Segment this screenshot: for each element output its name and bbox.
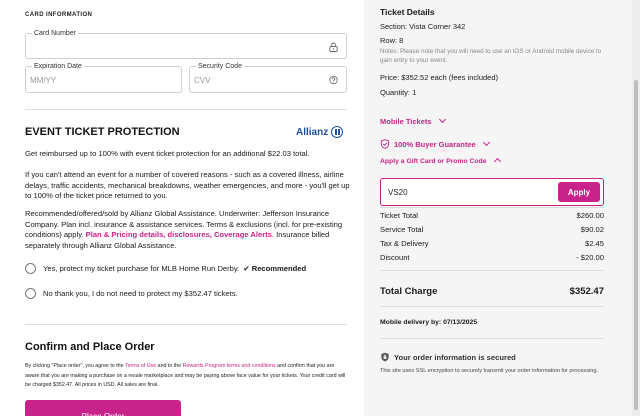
card-number-field[interactable]: Card Number	[25, 30, 347, 59]
chevron-down-icon	[482, 138, 490, 147]
promo-code-value: VS20	[388, 188, 408, 197]
protection-body: If you can't attend an event for a numbe…	[25, 170, 350, 200]
fine-text: and to the	[156, 363, 183, 369]
recommended-badge: ✔ Recommended	[243, 264, 307, 273]
chevron-up-icon	[493, 157, 501, 166]
divider	[380, 207, 604, 208]
summary-row: Tax & Delivery $2.45	[380, 239, 604, 248]
price-value: Price: $352.52 each	[380, 73, 447, 82]
confirm-title: Confirm and Place Order	[25, 341, 155, 353]
ticket-price: Price: $352.52 each (fees included)	[380, 73, 498, 82]
summary-value: $260.00	[576, 211, 604, 220]
summary-label: Tax & Delivery	[380, 239, 429, 248]
plan-details-link[interactable]: Plan & Pricing details, disclosures, Cov…	[86, 230, 272, 239]
card-info-label: CARD INFORMATION	[25, 12, 93, 18]
shield-check-icon	[380, 139, 390, 149]
ticket-row: Row: 8	[380, 36, 404, 45]
secure-text: This site uses SSL encryption to securel…	[380, 368, 599, 374]
place-order-button[interactable]: Place Order	[25, 400, 181, 416]
price-note: (fees included)	[446, 73, 498, 82]
allianz-logo-icon	[331, 126, 344, 138]
protect-yes-label: Yes, protect my ticket purchase for MLB …	[43, 264, 240, 273]
ticket-notes: Notes: Please note that you will need to…	[380, 48, 602, 64]
terms-of-use-link[interactable]: Terms of Use	[125, 363, 156, 369]
divider	[25, 109, 347, 110]
protect-yes-option[interactable]: Yes, protect my ticket purchase for MLB …	[25, 263, 306, 274]
protection-title: EVENT TICKET PROTECTION	[25, 126, 180, 138]
promo-code-input[interactable]: VS20 Apply	[380, 178, 604, 206]
summary-value: $2.45	[584, 239, 604, 248]
expiration-label: Expiration Date	[32, 63, 84, 70]
rewards-terms-link[interactable]: Rewards Program terms and conditions	[183, 363, 276, 369]
allianz-brand: Allianz	[296, 126, 344, 138]
promo-code-toggle[interactable]: Apply a Gift Card or Promo Code	[380, 157, 501, 166]
mobile-tickets-label: Mobile Tickets	[380, 117, 432, 126]
summary-label: Discount	[380, 253, 410, 262]
summary-value: $90.02	[580, 225, 604, 234]
secure-title: Your order information is secured	[394, 353, 516, 362]
lock-icon	[329, 42, 338, 52]
allianz-name: Allianz	[296, 126, 329, 138]
protect-no-label: No thank you, I do not need to protect m…	[43, 289, 238, 298]
protection-lead: Get reimbursed up to 100% with event tic…	[25, 149, 310, 158]
summary-row: Ticket Total $260.00	[380, 211, 604, 220]
divider	[380, 270, 604, 271]
apply-promo-button[interactable]: Apply	[558, 182, 600, 202]
guarantee-label: 100% Buyer Guarantee	[394, 140, 476, 149]
help-circle-icon[interactable]	[329, 75, 338, 85]
summary-row: Service Total $90.02	[380, 225, 604, 234]
secure-heading: Your order information is secured	[380, 352, 516, 362]
ticket-section: Section: Vista Corner 342	[380, 22, 466, 31]
radio-no[interactable]	[25, 288, 36, 299]
lock-shield-icon	[381, 352, 389, 362]
scrollbar-thumb[interactable]	[634, 80, 638, 410]
summary-row: Discount - $20.00	[380, 253, 604, 262]
mobile-tickets-toggle[interactable]: Mobile Tickets	[380, 115, 446, 126]
checkout-form: CARD INFORMATION Card Number Expiration …	[0, 0, 364, 416]
chevron-down-icon	[438, 115, 446, 124]
divider	[25, 324, 347, 325]
security-code-label: Security Code	[196, 63, 244, 70]
summary-label: Ticket Total	[380, 211, 418, 220]
expiration-placeholder: MM/YY	[30, 76, 57, 85]
security-code-placeholder: CVV	[194, 76, 211, 85]
scrollbar[interactable]	[632, 0, 640, 416]
delivery-date: Mobile delivery by: 07/13/2025	[380, 319, 478, 326]
confirm-fine-print: By clicking "Place order", you agree to …	[25, 362, 347, 391]
summary-value: - $20.00	[576, 253, 604, 262]
summary-label: Service Total	[380, 225, 424, 234]
card-number-label: Card Number	[32, 30, 79, 37]
expiration-field[interactable]: Expiration Date MM/YY	[25, 63, 182, 93]
ticket-quantity: Quantity: 1	[380, 88, 417, 97]
total-label: Total Charge	[380, 286, 438, 297]
divider	[380, 338, 604, 339]
buyer-guarantee-toggle[interactable]: 100% Buyer Guarantee	[380, 138, 490, 149]
divider	[380, 306, 604, 307]
total-value: $352.47	[569, 286, 604, 297]
radio-yes[interactable]	[25, 263, 36, 274]
protect-no-option[interactable]: No thank you, I do not need to protect m…	[25, 288, 238, 299]
fine-text: By clicking "Place order", you agree to …	[25, 363, 125, 369]
ticket-details-title: Ticket Details	[380, 7, 435, 17]
security-code-field[interactable]: Security Code CVV	[189, 63, 347, 93]
protection-legal: Recommended/offered/sold by Allianz Glob…	[25, 209, 350, 251]
promo-toggle-label: Apply a Gift Card or Promo Code	[380, 158, 487, 165]
total-charge-row: Total Charge $352.47	[380, 286, 604, 297]
